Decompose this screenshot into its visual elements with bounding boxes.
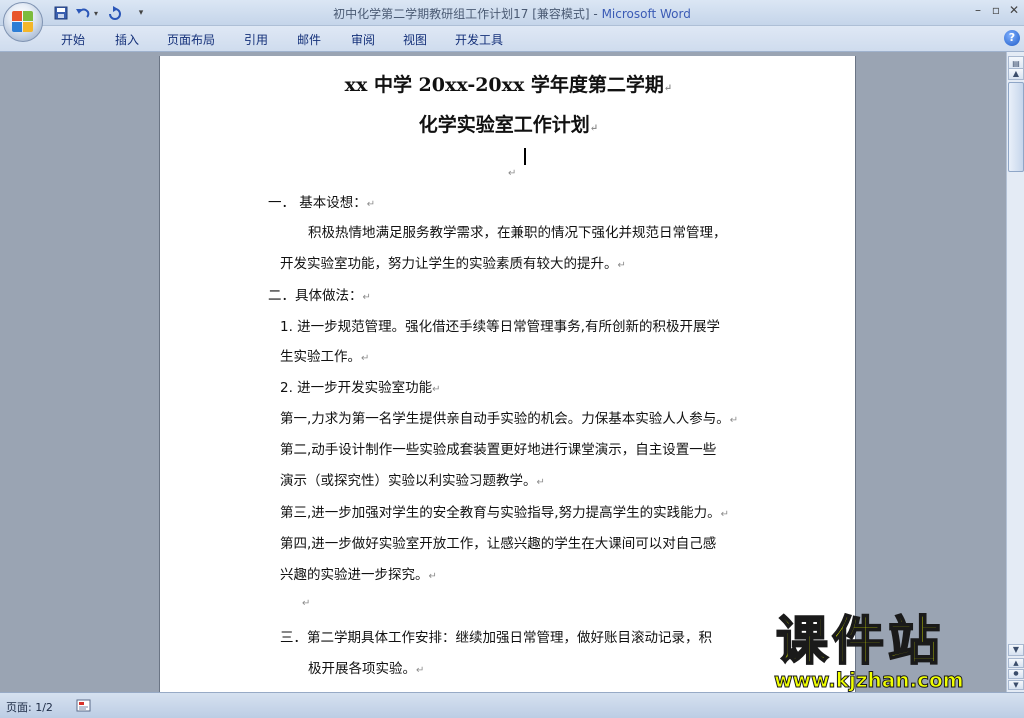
scrollbar-thumb[interactable] <box>1008 82 1024 172</box>
item2-second-line-1: 第二,动手设计制作一些实验成套装置更好地进行课堂演示，自主设置一些 <box>280 442 717 458</box>
window-title: 初中化学第二学期教研组工作计划17 [兼容模式] - Microsoft Wor… <box>0 5 1024 22</box>
section1-body-line-2: 开发实验室功能，努力让学生的实验素质有较大的提升。↵ <box>280 256 626 272</box>
scroll-down-icon[interactable]: ▼ <box>1008 644 1024 656</box>
document-title-line-1: xx 中学 20xx-20xx 学年度第二学期↵ <box>344 74 673 96</box>
restore-icon[interactable]: ▫ <box>988 2 1004 18</box>
document-page[interactable]: xx 中学 20xx-20xx 学年度第二学期↵ 化学实验室工作计划↵ ↵ 一．… <box>159 56 856 692</box>
status-bar: 页面: 1/2 <box>0 692 1024 718</box>
browse-object-icon[interactable]: ● <box>1008 669 1024 679</box>
section3-line-1: 三．第二学期具体工作安排：继续加强日常管理，做好账目滚动记录，积 <box>280 630 712 646</box>
document-workspace: xx 中学 20xx-20xx 学年度第二学期↵ 化学实验室工作计划↵ ↵ 一．… <box>0 52 1006 692</box>
tab-insert[interactable]: 插入 <box>115 31 139 48</box>
item2: 2. 进一步开发实验室功能↵ <box>280 380 441 396</box>
help-icon[interactable]: ? <box>1004 30 1020 46</box>
paragraph-mark: ↵ <box>508 168 517 179</box>
item1-line-1: 1. 进一步规范管理。强化借还手续等日常管理事务,有所创新的积极开展学 <box>280 319 720 335</box>
title-separator: - <box>589 7 602 21</box>
tab-developer[interactable]: 开发工具 <box>455 31 503 48</box>
tab-view[interactable]: 视图 <box>403 31 427 48</box>
section2-heading: 二．具体做法：↵ <box>268 288 371 304</box>
scroll-up-icon[interactable]: ▲ <box>1008 68 1024 80</box>
document-title-line-2: 化学实验室工作计划↵ <box>418 114 599 136</box>
page-count[interactable]: 页面: 1/2 <box>6 699 53 715</box>
office-button[interactable] <box>3 2 43 42</box>
section1-body-line-1: 积极热情地满足服务教学需求，在兼职的情况下强化并规范日常管理， <box>308 225 727 241</box>
tab-review[interactable]: 审阅 <box>351 31 375 48</box>
item2-first: 第一,力求为第一名学生提供亲自动手实验的机会。力保基本实验人人参与。↵ <box>280 411 739 427</box>
tab-home[interactable]: 开始 <box>61 31 85 48</box>
tab-references[interactable]: 引用 <box>244 31 268 48</box>
title-bar: ▾ ▾ 初中化学第二学期教研组工作计划17 [兼容模式] - Microsoft… <box>0 0 1024 26</box>
vertical-scrollbar[interactable]: ▤ ▲ ▼ ▲ ● ▼ <box>1006 52 1024 692</box>
minimize-icon[interactable]: – <box>970 2 986 18</box>
text-cursor <box>524 148 526 165</box>
close-icon[interactable]: ✕ <box>1006 2 1022 18</box>
item2-second-line-2: 演示（或探究性）实验以利实验习题教学。↵ <box>280 473 545 489</box>
office-button-icon <box>12 11 34 33</box>
proofing-icon[interactable] <box>76 698 92 712</box>
next-page-icon[interactable]: ▼ <box>1008 680 1024 690</box>
watermark-url: www.kjzhan.com <box>774 668 965 693</box>
item1-line-2: 生实验工作。↵ <box>280 349 370 365</box>
document-name: 初中化学第二学期教研组工作计划17 [兼容模式] <box>333 7 590 21</box>
app-name: Microsoft Word <box>601 7 691 21</box>
ribbon-tabs: 开始 插入 页面布局 引用 邮件 审阅 视图 开发工具 ? <box>0 26 1024 52</box>
kjzhan-watermark: 课件站 www.kjzhan.com <box>768 611 1008 693</box>
empty-paragraph-mark: ↵ <box>302 598 311 609</box>
tab-page-layout[interactable]: 页面布局 <box>167 31 215 48</box>
item2-third: 第三,进一步加强对学生的安全教育与实验指导,努力提高学生的实践能力。↵ <box>280 505 729 521</box>
section3-line-2: 极开展各项实验。↵ <box>308 661 425 677</box>
item2-fourth-line-2: 兴趣的实验进一步探究。↵ <box>280 567 437 583</box>
watermark-title: 课件站 <box>775 611 945 673</box>
section1-heading: 一． 基本设想：↵ <box>268 195 376 211</box>
item2-fourth-line-1: 第四,进一步做好实验室开放工作，让感兴趣的学生在大课间可以对自己感 <box>280 536 717 552</box>
previous-page-icon[interactable]: ▲ <box>1008 658 1024 668</box>
tab-mailings[interactable]: 邮件 <box>297 31 321 48</box>
